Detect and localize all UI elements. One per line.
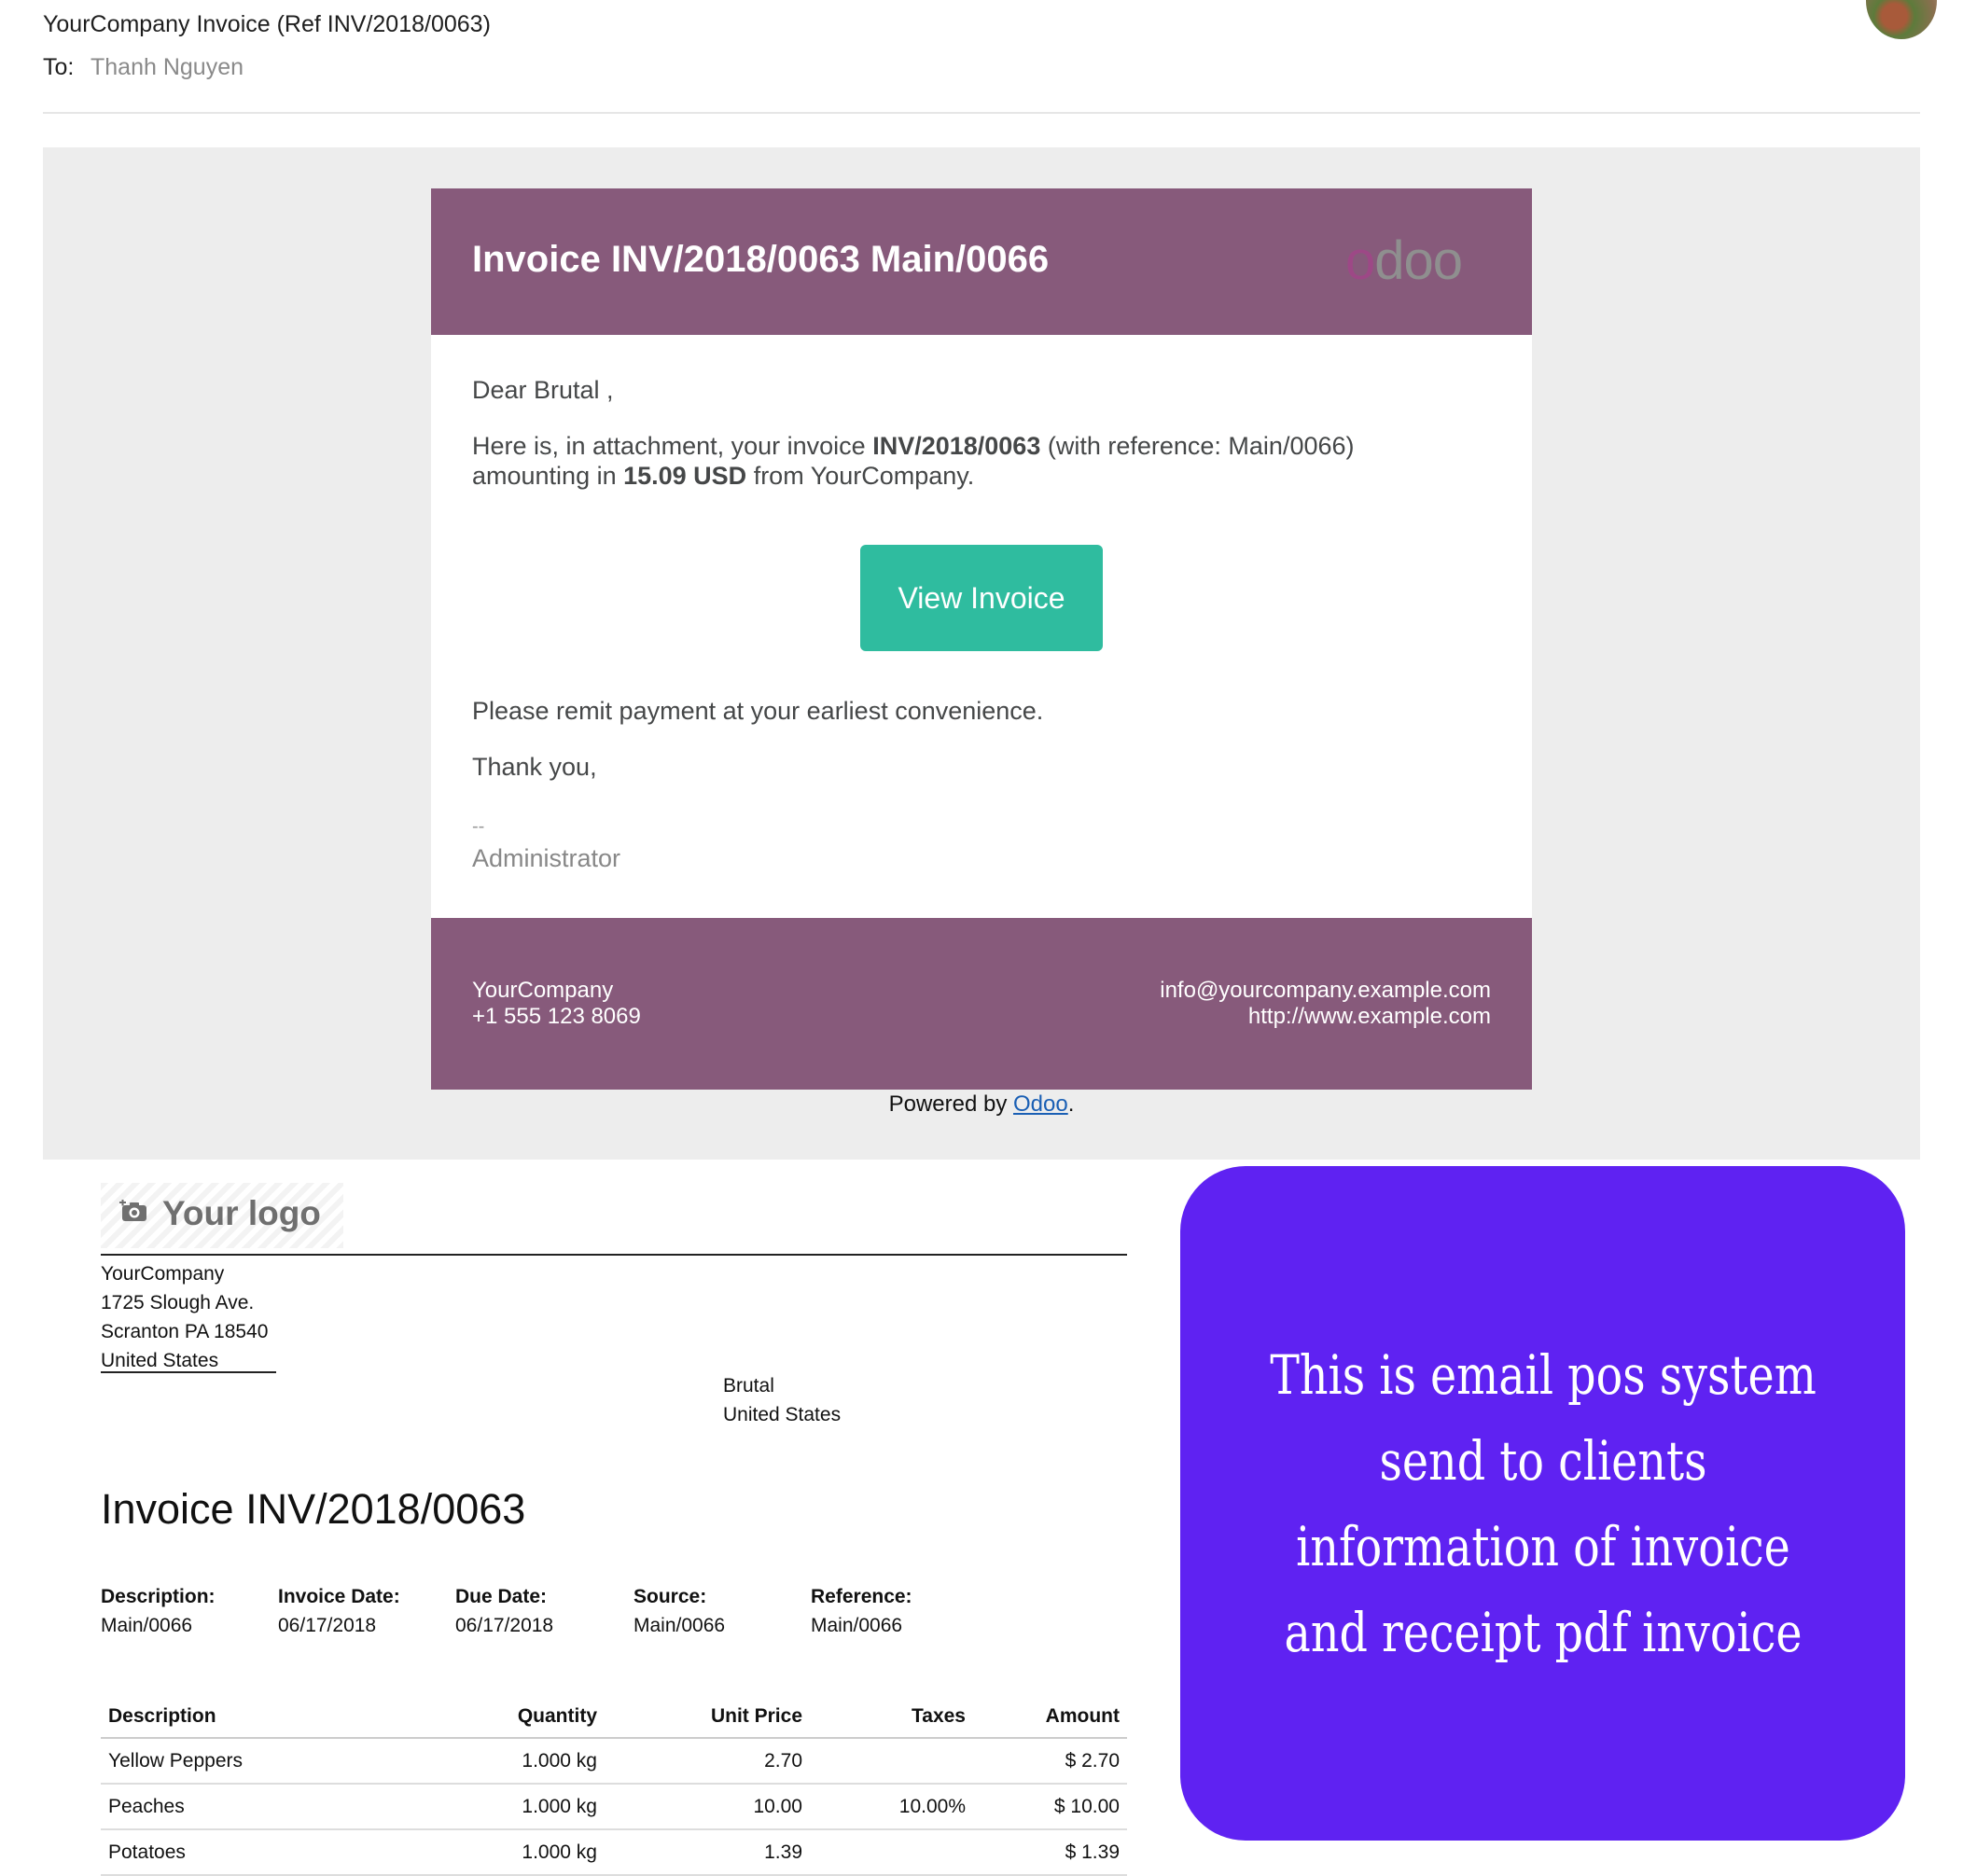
to-recipient[interactable]: Thanh Nguyen — [90, 54, 244, 81]
column-header: Quantity — [409, 1696, 605, 1739]
company-address-line: Scranton PA 18540 — [101, 1321, 269, 1342]
email-card-footer: YourCompany +1 555 123 8069 info@yourcom… — [431, 918, 1532, 1090]
footer-contact-block: info@yourcompany.example.com http://www.… — [1160, 978, 1491, 1030]
meta-source: Source: Main/0066 — [633, 1586, 726, 1636]
meta-due-date: Due Date: 06/17/2018 — [455, 1586, 554, 1636]
odoo-logo: odoo — [1345, 230, 1463, 291]
footer-website[interactable]: http://www.example.com — [1160, 1004, 1491, 1030]
address-underline — [101, 1371, 276, 1373]
table-header-row: Description Quantity Unit Price Taxes Am… — [101, 1696, 1127, 1739]
signature-name: Administrator — [472, 844, 621, 872]
meta-description: Description: Main/0066 — [101, 1586, 216, 1636]
to-label: To: — [43, 54, 75, 80]
meta-invoice-date: Invoice Date: 06/17/2018 — [278, 1586, 400, 1636]
customer-address-line: Brutal — [723, 1375, 774, 1397]
email-card: Invoice INV/2018/0063 Main/0066 odoo Dea… — [431, 188, 1532, 1090]
column-header: Unit Price — [605, 1696, 810, 1739]
customer-address-line: United States — [723, 1404, 842, 1425]
invoice-lines-table: Description Quantity Unit Price Taxes Am… — [101, 1696, 1127, 1876]
column-header: Taxes — [810, 1696, 973, 1739]
column-header: Amount — [973, 1696, 1127, 1739]
footer-company: YourCompany — [472, 978, 614, 1003]
avatar[interactable] — [1866, 0, 1937, 39]
greeting: Dear Brutal , — [472, 376, 614, 404]
promo-callout: This is email pos system send to clients… — [1180, 1166, 1905, 1841]
view-invoice-button[interactable]: View Invoice — [860, 545, 1103, 651]
invoice-title: Invoice INV/2018/0063 — [101, 1485, 526, 1533]
invoice-header-rule — [101, 1254, 1127, 1256]
promo-text: This is email pos system send to clients… — [1269, 1342, 1817, 1664]
remit-note: Please remit payment at your earliest co… — [472, 697, 1044, 725]
footer-email[interactable]: info@yourcompany.example.com — [1160, 978, 1491, 1004]
company-logo-placeholder: Your logo — [101, 1183, 343, 1248]
message-line-2: amounting in 15.09 USD from YourCompany. — [472, 462, 975, 490]
camera-plus-icon — [119, 1200, 146, 1221]
company-address-line: 1725 Slough Ave. — [101, 1292, 255, 1313]
email-subject: YourCompany Invoice (Ref INV/2018/0063) — [43, 11, 491, 37]
company-address: YourCompany 1725 Slough Ave. Scranton PA… — [101, 1259, 268, 1375]
table-row: Peaches 1.000 kg 10.00 10.00% $ 10.00 — [101, 1784, 1127, 1830]
footer-company-block: YourCompany +1 555 123 8069 — [472, 978, 641, 1030]
logo-text: Your logo — [162, 1194, 321, 1232]
company-address-line: YourCompany — [101, 1263, 225, 1285]
table-row: Yellow Peppers 1.000 kg 2.70 $ 2.70 — [101, 1738, 1127, 1785]
message-line-1: Here is, in attachment, your invoice INV… — [472, 432, 1355, 460]
meta-reference: Reference: Main/0066 — [811, 1586, 912, 1636]
signature-dash: -- — [472, 816, 485, 837]
footer-phone[interactable]: +1 555 123 8069 — [472, 1004, 641, 1030]
invoice-heading: Invoice INV/2018/0063 Main/0066 — [472, 239, 1050, 280]
header-divider — [43, 112, 1920, 114]
odoo-link[interactable]: Odoo — [1013, 1091, 1068, 1117]
email-card-header: Invoice INV/2018/0063 Main/0066 odoo — [431, 188, 1532, 335]
column-header: Description — [101, 1696, 409, 1739]
customer-address: Brutal United States — [723, 1371, 841, 1429]
table-row: Potatoes 1.000 kg 1.39 $ 1.39 — [101, 1829, 1127, 1876]
thanks-line: Thank you, — [472, 753, 597, 781]
powered-by: Powered by Odoo. — [888, 1091, 1075, 1117]
